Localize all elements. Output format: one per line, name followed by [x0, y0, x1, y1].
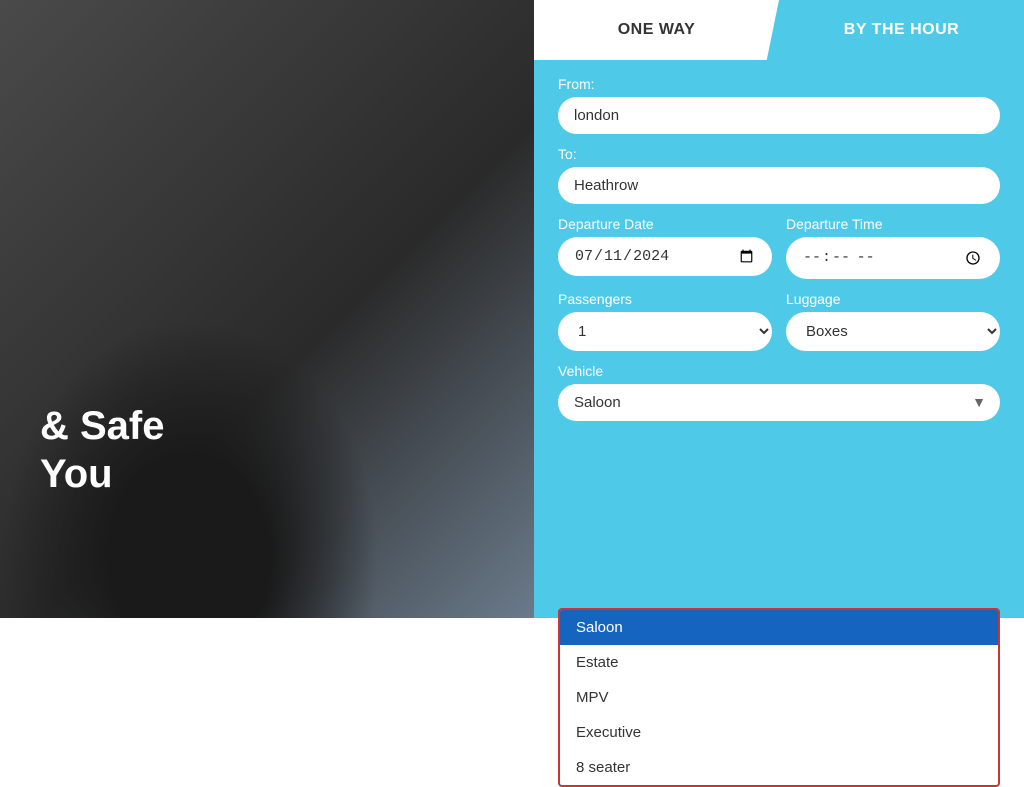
vehicle-section: Vehicle Saloon Estate MPV Executive 8 se…	[558, 363, 1000, 421]
vehicle-select-wrapper: Saloon Estate MPV Executive 8 seater ▼	[558, 384, 1000, 421]
hero-line2: You	[40, 450, 165, 498]
luggage-col: Luggage Boxes Small Medium Large	[786, 291, 1000, 351]
vehicle-select[interactable]: Saloon Estate MPV Executive 8 seater	[558, 384, 1000, 421]
vehicle-option-estate[interactable]: Estate	[560, 645, 998, 680]
from-label: From:	[558, 76, 1000, 92]
luggage-wrapper: Boxes Small Medium Large	[786, 312, 1000, 351]
departure-time-input[interactable]	[786, 237, 1000, 279]
to-input[interactable]	[558, 167, 1000, 204]
hero-line1: & Safe	[40, 402, 165, 450]
vehicle-option-8seater[interactable]: 8 seater	[560, 750, 998, 785]
booking-form: From: To: Departure Date Departure Time …	[534, 60, 1024, 437]
tab-one-way[interactable]: ONE WAY	[534, 0, 779, 60]
vehicle-option-saloon[interactable]: Saloon	[560, 610, 998, 645]
departure-date-label: Departure Date	[558, 216, 772, 232]
booking-panel: ONE WAY BY THE HOUR From: To: Departure …	[534, 0, 1024, 618]
vehicle-dropdown-list: Saloon Estate MPV Executive 8 seater	[558, 608, 1000, 787]
departure-date-input[interactable]	[558, 237, 772, 276]
vehicle-option-mpv[interactable]: MPV	[560, 680, 998, 715]
departure-date-col: Departure Date	[558, 216, 772, 279]
passengers-luggage-row: Passengers 1 2 3 4 5 6 7 8 Luggage	[558, 291, 1000, 351]
tabs-container: ONE WAY BY THE HOUR	[534, 0, 1024, 60]
departure-time-label: Departure Time	[786, 216, 1000, 232]
passengers-label: Passengers	[558, 291, 772, 307]
vehicle-label: Vehicle	[558, 363, 1000, 379]
hero-text: & Safe You	[40, 402, 165, 498]
departure-time-col: Departure Time	[786, 216, 1000, 279]
from-input[interactable]	[558, 97, 1000, 134]
tab-by-the-hour[interactable]: BY THE HOUR	[779, 0, 1024, 60]
luggage-select[interactable]: Boxes Small Medium Large	[786, 312, 1000, 351]
luggage-label: Luggage	[786, 291, 1000, 307]
vehicle-option-executive[interactable]: Executive	[560, 715, 998, 750]
date-time-row: Departure Date Departure Time	[558, 216, 1000, 279]
passengers-wrapper: 1 2 3 4 5 6 7 8	[558, 312, 772, 351]
passengers-col: Passengers 1 2 3 4 5 6 7 8	[558, 291, 772, 351]
to-label: To:	[558, 146, 1000, 162]
passengers-select[interactable]: 1 2 3 4 5 6 7 8	[558, 312, 772, 351]
